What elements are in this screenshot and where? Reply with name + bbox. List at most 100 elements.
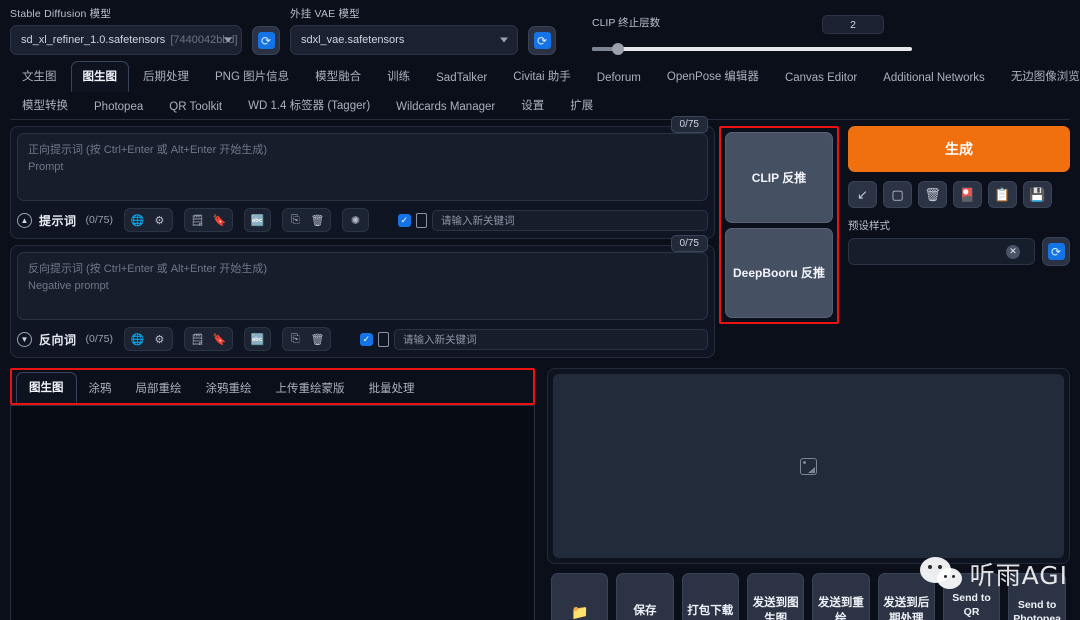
- positive-icon-group-1: 🌐 ⚙: [123, 208, 173, 232]
- tab-canvas-editor[interactable]: Canvas Editor: [773, 65, 869, 92]
- negative-keyword-input[interactable]: 请输入新关键词: [393, 328, 708, 350]
- refresh-vae-model-button[interactable]: ⟳: [528, 26, 556, 55]
- image-dropzone[interactable]: 拖放图片至此处 - 或 - 点击上传: [10, 405, 535, 620]
- spiral-icon[interactable]: ✺: [346, 211, 365, 229]
- save-button[interactable]: 保存: [616, 573, 674, 620]
- trash-icon[interactable]: 🗑: [308, 330, 327, 348]
- tab-局部重绘[interactable]: 局部重绘: [124, 374, 194, 403]
- copy-icon[interactable]: ⎘: [286, 211, 305, 229]
- tab-涂鸦[interactable]: 涂鸦: [77, 374, 124, 403]
- negative-icon-group-3: 🔤: [243, 327, 271, 351]
- negative-placeholder-line1: 反向提示词 (按 Ctrl+Enter 或 Alt+Enter 开始生成): [28, 263, 267, 275]
- negative-prompt-input[interactable]: 反向提示词 (按 Ctrl+Enter 或 Alt+Enter 开始生成) Ne…: [17, 252, 708, 320]
- styles-select[interactable]: ✕: [848, 238, 1035, 265]
- gear-icon[interactable]: ⚙: [150, 211, 169, 229]
- trash-icon[interactable]: 🗑: [308, 211, 327, 229]
- negative-icon-group-2: 🗒 🔖: [183, 327, 233, 351]
- tab-训练[interactable]: 训练: [375, 61, 422, 92]
- slider-thumb[interactable]: [611, 43, 624, 55]
- send-to-qr-toolkit-button[interactable]: Send to QR Toolkit: [942, 573, 1001, 620]
- tab-图生图[interactable]: 图生图: [70, 61, 129, 92]
- bookmark-icon[interactable]: 🔖: [210, 330, 229, 348]
- translate-icon[interactable]: 🔤: [248, 330, 267, 348]
- tab-设置[interactable]: 设置: [509, 92, 556, 119]
- refresh-sd-model-button[interactable]: ⟳: [252, 26, 280, 55]
- generate-button[interactable]: 生成: [848, 126, 1070, 172]
- trash-icon[interactable]: 🗑: [918, 181, 947, 208]
- arrow-restore-icon[interactable]: ↙: [848, 181, 877, 208]
- collapse-up-icon[interactable]: ▲: [17, 212, 32, 228]
- deepbooru-interrogate-button[interactable]: DeepBooru 反推: [725, 227, 833, 318]
- send-to-img2img-button[interactable]: 发送到图生图: [746, 573, 805, 620]
- positive-prompt-input[interactable]: 正向提示词 (按 Ctrl+Enter 或 Alt+Enter 开始生成) Pr…: [17, 133, 708, 201]
- slider-track: [592, 47, 912, 51]
- refresh-styles-button[interactable]: ⟳: [1042, 237, 1070, 266]
- model-toolbar: Stable Diffusion 模型 sd_xl_refiner_1.0.sa…: [0, 0, 1080, 59]
- tab-sadtalker[interactable]: SadTalker: [424, 65, 499, 92]
- tab-后期处理[interactable]: 后期处理: [131, 61, 201, 92]
- floppy-save-icon[interactable]: 💾: [1023, 181, 1052, 208]
- negative-keyword-checkbox[interactable]: ✓: [359, 332, 373, 346]
- tab-openpose-编辑器[interactable]: OpenPose 编辑器: [655, 61, 771, 92]
- output-panel: 📁保存打包下载发送到图生图发送到重绘发送到后期处理Send to QR Tool…: [547, 368, 1070, 620]
- vae-model-value: sdxl_vae.safetensors: [301, 34, 405, 46]
- globe-icon[interactable]: 🌐: [128, 211, 147, 229]
- zip-download-button[interactable]: 打包下载: [681, 573, 739, 620]
- bookmark-icon[interactable]: 🔖: [210, 211, 229, 229]
- tab-无边图像浏览[interactable]: 无边图像浏览: [999, 61, 1080, 92]
- refresh-icon: ⟳: [257, 32, 275, 49]
- tab-扩展[interactable]: 扩展: [558, 92, 605, 119]
- gear-icon[interactable]: ⚙: [150, 330, 169, 348]
- prompt-region: 0/75 正向提示词 (按 Ctrl+Enter 或 Alt+Enter 开始生…: [0, 116, 1080, 364]
- tab-deforum[interactable]: Deforum: [585, 65, 653, 92]
- copy-icon[interactable]: ⎘: [286, 330, 305, 348]
- negative-prompt-card: 0/75 反向提示词 (按 Ctrl+Enter 或 Alt+Enter 开始生…: [10, 235, 715, 358]
- positive-section-title: 提示词: [39, 213, 77, 228]
- sd-model-select[interactable]: sd_xl_refiner_1.0.safetensors [7440042bb…: [10, 25, 242, 55]
- tab-wd-1.4-标签器-(tagger)[interactable]: WD 1.4 标签器 (Tagger): [236, 92, 382, 119]
- interrogate-highlight-box: CLIP 反推 DeepBooru 反推: [719, 126, 839, 324]
- refresh-icon: ⟳: [1047, 243, 1065, 260]
- vae-model-field: 外挂 VAE 模型 sdxl_vae.safetensors: [290, 6, 518, 55]
- collapse-down-icon[interactable]: ▼: [17, 331, 32, 347]
- clip-skip-value[interactable]: 2: [822, 15, 884, 34]
- positive-prompt-toolbar: ▲ 提示词 (0/75) 🌐 ⚙ 🗒 🔖 🔤 ⎘ 🗑 ✺ ✓ 请输入新关键词: [17, 208, 708, 232]
- vae-model-select[interactable]: sdxl_vae.safetensors: [290, 25, 518, 55]
- clip-interrogate-button[interactable]: CLIP 反推: [725, 132, 833, 223]
- tab-additional-networks[interactable]: Additional Networks: [871, 65, 997, 92]
- list-doc-icon[interactable]: 🗒: [188, 330, 207, 348]
- positive-keyword-input[interactable]: 请输入新关键词: [431, 209, 708, 231]
- tab-上传重绘蒙版[interactable]: 上传重绘蒙版: [264, 374, 357, 403]
- positive-icon-group-5: ✺: [341, 208, 369, 232]
- send-to-extras-button[interactable]: 发送到后期处理: [877, 573, 935, 620]
- open-folder-button[interactable]: 📁: [551, 573, 609, 620]
- list-doc-icon[interactable]: 🗒: [188, 211, 207, 229]
- output-action-row: 📁保存打包下载发送到图生图发送到重绘发送到后期处理Send to QR Tool…: [547, 573, 1070, 620]
- tab-涂鸦重绘[interactable]: 涂鸦重绘: [194, 374, 264, 403]
- blank-page-icon[interactable]: ▢: [883, 181, 912, 208]
- close-icon[interactable]: ✕: [1006, 244, 1020, 259]
- translate-icon[interactable]: 🔤: [248, 211, 267, 229]
- tab-photopea[interactable]: Photopea: [82, 96, 155, 119]
- tab-模型融合[interactable]: 模型融合: [303, 61, 373, 92]
- tab-png-图片信息[interactable]: PNG 图片信息: [203, 61, 301, 92]
- send-to-inpaint-button[interactable]: 发送到重绘: [812, 573, 870, 620]
- positive-prompt-card: 0/75 正向提示词 (按 Ctrl+Enter 或 Alt+Enter 开始生…: [10, 116, 715, 239]
- tab-模型转换[interactable]: 模型转换: [10, 92, 80, 119]
- output-gallery[interactable]: [553, 374, 1064, 558]
- tab-文生图[interactable]: 文生图: [10, 61, 69, 92]
- tab-wildcards-manager[interactable]: Wildcards Manager: [384, 96, 507, 119]
- tab-批量处理[interactable]: 批量处理: [357, 374, 427, 403]
- generate-column: 生成 ↙ ▢ 🗑 🎴 📋 💾 预设样式 ✕ ⟳: [839, 126, 1070, 364]
- clipboard-icon[interactable]: 📋: [988, 181, 1017, 208]
- send-to-photopea-button[interactable]: Send to Photopea: [1008, 573, 1067, 620]
- negative-icon-group-4: ⎘ 🗑: [281, 327, 331, 351]
- clip-skip-slider[interactable]: [592, 43, 912, 55]
- negative-icon-group-1: 🌐 ⚙: [123, 327, 173, 351]
- globe-icon[interactable]: 🌐: [128, 330, 147, 348]
- tab-civitai-助手[interactable]: Civitai 助手: [501, 61, 583, 92]
- card-red-icon[interactable]: 🎴: [953, 181, 982, 208]
- positive-keyword-checkbox[interactable]: ✓: [397, 213, 411, 227]
- tab-图生图[interactable]: 图生图: [16, 372, 77, 403]
- tab-qr-toolkit[interactable]: QR Toolkit: [157, 96, 234, 119]
